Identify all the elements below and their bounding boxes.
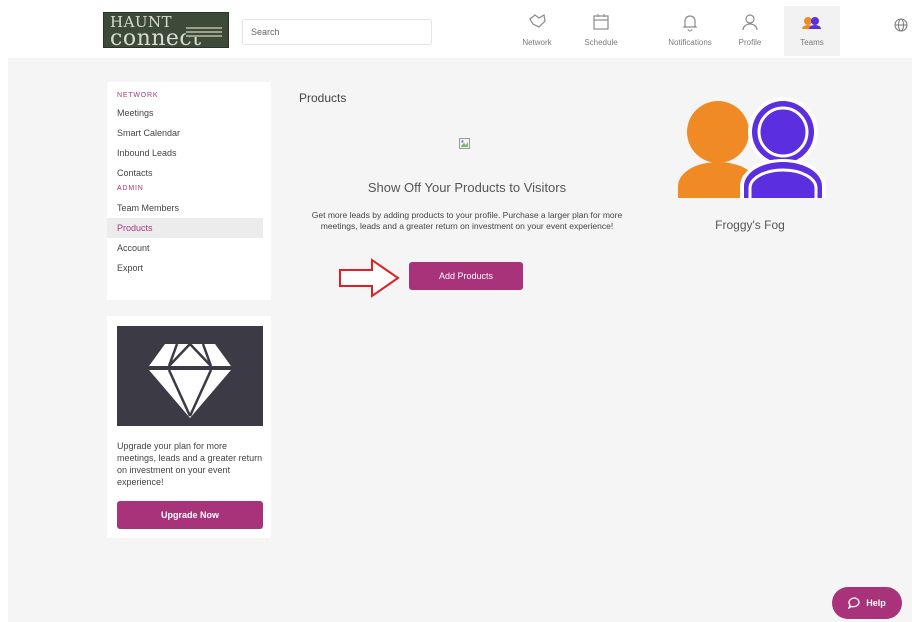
bell-icon bbox=[660, 12, 720, 38]
nav-notifications[interactable]: Notifications bbox=[660, 6, 720, 56]
sidebar-nav: NETWORK Meetings Smart Calendar Inbound … bbox=[107, 82, 271, 300]
upgrade-promo-card: Upgrade your plan for more meetings, lea… bbox=[107, 316, 271, 538]
handshake-icon bbox=[512, 12, 562, 38]
nav-notifications-label: Notifications bbox=[668, 38, 712, 47]
nav-profile[interactable]: Profile bbox=[730, 6, 770, 56]
sidebar-item-contacts[interactable]: Contacts bbox=[107, 163, 271, 183]
sidebar-item-smart-calendar[interactable]: Smart Calendar bbox=[107, 123, 271, 143]
team-name: Froggy's Fog bbox=[715, 218, 785, 232]
sidebar-item-account[interactable]: Account bbox=[107, 238, 271, 258]
haunt-connect-logo[interactable]: HAUNT connect bbox=[103, 12, 229, 48]
right-arrow-icon bbox=[339, 258, 400, 298]
globe-icon[interactable] bbox=[894, 18, 908, 35]
promo-text: Upgrade your plan for more meetings, lea… bbox=[117, 441, 263, 487]
nav-schedule[interactable]: Schedule bbox=[576, 6, 626, 56]
empty-state-heading: Show Off Your Products to Visitors bbox=[367, 180, 567, 195]
search-input[interactable] bbox=[243, 20, 421, 44]
sidebar-item-inbound-leads[interactable]: Inbound Leads bbox=[107, 143, 271, 163]
network-section-heading: NETWORK bbox=[117, 92, 159, 99]
page-title: Products bbox=[299, 91, 347, 105]
nav-network-label: Network bbox=[522, 38, 552, 47]
nav-teams-label: Teams bbox=[800, 38, 824, 47]
help-button[interactable]: Help bbox=[832, 587, 902, 619]
sidebar-item-products[interactable]: Products bbox=[107, 218, 263, 238]
team-icon bbox=[784, 12, 840, 38]
top-header: HAUNT connect Network Schedule Notificat… bbox=[0, 0, 912, 58]
logo-stripes bbox=[186, 27, 222, 37]
add-products-button[interactable]: Add Products bbox=[409, 262, 523, 290]
upgrade-now-button[interactable]: Upgrade Now bbox=[117, 501, 263, 529]
sidebar-item-meetings[interactable]: Meetings bbox=[107, 103, 271, 123]
nav-profile-label: Profile bbox=[738, 38, 762, 47]
nav-schedule-label: Schedule bbox=[584, 38, 618, 47]
team-avatar bbox=[678, 94, 826, 207]
diamond-icon bbox=[149, 343, 231, 418]
search-box[interactable] bbox=[242, 19, 432, 45]
nav-network[interactable]: Network bbox=[512, 6, 562, 56]
person-icon bbox=[730, 12, 770, 38]
broken-image-icon bbox=[459, 138, 470, 149]
empty-state-body: Get more leads by adding products to you… bbox=[311, 210, 623, 231]
chat-bubble-icon bbox=[847, 597, 860, 610]
admin-section-heading: ADMIN bbox=[117, 185, 144, 192]
help-label: Help bbox=[866, 598, 886, 608]
sidebar-item-team-members[interactable]: Team Members bbox=[107, 198, 271, 218]
nav-teams[interactable]: Teams bbox=[784, 6, 840, 56]
calendar-icon bbox=[576, 12, 626, 38]
sidebar-item-export[interactable]: Export bbox=[107, 258, 271, 278]
promo-image bbox=[117, 326, 263, 426]
